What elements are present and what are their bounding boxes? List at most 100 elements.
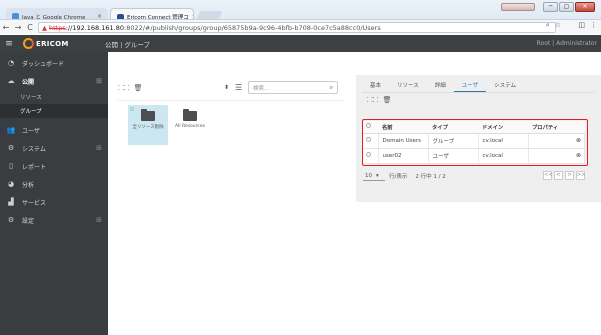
sidebar-item-label: 公開 [22, 78, 35, 86]
users-icon: 👥 [6, 126, 16, 134]
per-page-value: 10 [365, 172, 372, 179]
next-page-button[interactable]: > [565, 171, 574, 180]
divider [118, 100, 344, 101]
reload-icon[interactable]: C [24, 23, 36, 32]
url-scheme: https [49, 23, 66, 32]
resource-tile[interactable]: All Resources [170, 105, 210, 145]
resource-tile[interactable]: 全リソース削除 [128, 105, 168, 145]
sidebar: ◔ ダッシュボード ☁ 公開 ⊞ リソース グループ 👥 ユーザ ⚙ システム … [0, 52, 108, 335]
trash-icon[interactable]: 🗑 [134, 84, 143, 92]
cell-domain: cv.local [478, 148, 529, 165]
bookmark-star-icon[interactable]: ☆ [555, 21, 561, 30]
forward-arrow-icon[interactable]: → [12, 23, 24, 32]
sidebar-subitem-label: グループ [20, 109, 42, 115]
brand-name: ERICOM [36, 39, 69, 48]
row-checkbox[interactable] [363, 148, 379, 165]
remove-row-icon[interactable]: ⊗ [528, 148, 585, 165]
table-row[interactable]: Domain Users グループ cv.local ⊗ [363, 133, 585, 149]
sidebar-item-dashboard[interactable]: ◔ ダッシュボード [0, 54, 108, 72]
checkbox-icon[interactable] [366, 137, 371, 143]
back-arrow-icon[interactable]: ← [0, 23, 12, 32]
per-page-select[interactable]: 10 ▾ [363, 171, 385, 181]
tab-users[interactable]: ユーザ [453, 80, 487, 92]
hamburger-menu-icon[interactable]: ≡ [0, 39, 18, 49]
app-header: ≡ ERICOM 公開 | グループ Root | Administrator [0, 35, 601, 52]
sidebar-subitem-resources[interactable]: リソース [0, 90, 108, 104]
minimize-button[interactable]: ─ [543, 2, 558, 12]
cell-type: ユーザ [428, 148, 479, 165]
extension-icons: ◫ ⋮ [578, 21, 597, 29]
per-page-label: 行/表示 [389, 174, 408, 180]
maximize-button[interactable]: ▢ [559, 2, 574, 12]
sidebar-subitem-groups[interactable]: グループ [0, 104, 108, 118]
current-user[interactable]: Root | Administrator [537, 40, 597, 47]
tab-basic[interactable]: 基本 [362, 80, 389, 92]
zoom-icon[interactable]: ⌕ [546, 21, 550, 30]
cell-domain: cv.local [478, 133, 529, 149]
checkbox-icon[interactable] [366, 152, 371, 158]
table-row[interactable]: user02 ユーザ cv.local ⊗ [363, 148, 585, 165]
sidebar-subitem-label: リソース [20, 95, 42, 101]
search-icon[interactable]: ⌕ [330, 84, 333, 92]
sidebar-item-label: サービス [22, 199, 47, 207]
cell-type: グループ [428, 133, 479, 149]
last-page-button[interactable]: >> [576, 171, 585, 180]
checkbox-icon[interactable] [366, 123, 371, 129]
row-checkbox[interactable] [363, 133, 379, 149]
omnibox-icons: ⌕ ☆ [546, 21, 561, 30]
column-header-properties[interactable]: プロパティ [528, 121, 585, 134]
search-input[interactable]: 検索... ⌕ [248, 81, 338, 94]
settings-icon: ⚙ [7, 216, 15, 224]
url-path: :8022/#/publish/groups/group/65875b9a-9c… [124, 23, 381, 32]
grid-select-icon[interactable]: ⸬⸬ [367, 96, 379, 105]
sidebar-item-label: 設定 [22, 217, 35, 225]
tile-checkbox[interactable] [130, 107, 134, 111]
expand-icon[interactable]: ⊞ [96, 77, 102, 85]
sidebar-item-analysis[interactable]: ◕ 分析 [0, 175, 108, 193]
ericom-logo: ERICOM [23, 38, 88, 49]
address-bar-row: ← → C ▲ https ://192.168.161.80 :8022/#/… [0, 19, 601, 34]
page-info: 2 行中 1 / 2 [415, 174, 446, 180]
url-field[interactable]: ▲ https ://192.168.161.80 :8022/#/publis… [38, 22, 556, 33]
trash-icon[interactable]: 🗑 [383, 96, 392, 105]
sort-dropdown-icon[interactable]: ⬍ [224, 84, 229, 91]
sidebar-item-settings[interactable]: ⚙ 設定 ⊞ [0, 211, 108, 229]
document-icon: ▯ [9, 162, 13, 170]
remove-row-icon[interactable]: ⊗ [528, 133, 585, 149]
tab-resources[interactable]: リソース [389, 80, 427, 92]
expand-icon[interactable]: ⊞ [96, 144, 102, 152]
extension-icon[interactable]: ◫ [578, 21, 585, 29]
users-table: 名前 タイプ ドメイン プロパティ Domain Users グループ cv.l… [363, 121, 585, 165]
expand-icon[interactable]: ⊞ [96, 216, 102, 224]
sidebar-item-publish[interactable]: ☁ 公開 ⊞ [0, 72, 108, 90]
grid-select-icon[interactable]: ⸬⸬ [118, 84, 130, 93]
tab-system[interactable]: システム [486, 80, 524, 92]
insecure-warning-icon: ▲ [42, 23, 47, 32]
sidebar-item-users[interactable]: 👥 ユーザ [0, 121, 108, 139]
gear-icon: ⚙ [7, 144, 15, 152]
sidebar-item-label: レポート [22, 163, 47, 171]
column-header-name[interactable]: 名前 [378, 121, 428, 134]
folder-icon [183, 109, 197, 121]
tab-details[interactable]: 詳細 [427, 80, 454, 92]
close-window-button[interactable]: ✕ [575, 2, 595, 12]
select-all-checkbox[interactable] [363, 121, 378, 134]
sidebar-item-services[interactable]: ▟ サービス [0, 193, 108, 211]
chevron-down-icon: ▾ [376, 172, 379, 179]
column-header-type[interactable]: タイプ [428, 121, 478, 134]
list-view-icon[interactable]: ☰ [235, 83, 242, 92]
window-controls: ─ ▢ ✕ [543, 2, 595, 12]
detail-tabs: 基本 リソース 詳細 ユーザ システム [362, 80, 524, 92]
table-header-row: 名前 タイプ ドメイン プロパティ [363, 121, 585, 134]
tile-label: 全リソース削除 [132, 125, 164, 130]
first-page-button[interactable]: << [543, 171, 552, 180]
sidebar-item-reports[interactable]: ▯ レポート [0, 157, 108, 175]
sidebar-item-system[interactable]: ⚙ システム ⊞ [0, 139, 108, 157]
sidebar-item-label: ユーザ [22, 127, 40, 135]
profile-badge[interactable] [501, 3, 535, 11]
prev-page-button[interactable]: < [554, 171, 563, 180]
cell-name: user02 [378, 148, 429, 165]
column-header-domain[interactable]: ドメイン [478, 121, 528, 134]
menu-icon[interactable]: ⋮ [590, 21, 597, 29]
pagination: 10 ▾ 行/表示 2 行中 1 / 2 << < > >> [363, 170, 585, 182]
